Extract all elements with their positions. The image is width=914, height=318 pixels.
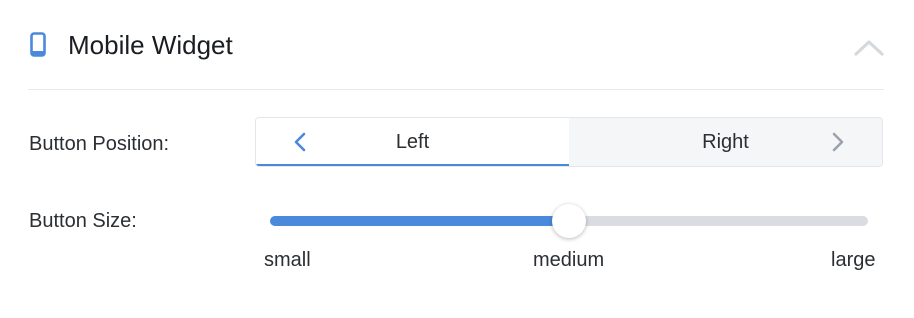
mobile-widget-panel: Mobile Widget Button Position: Left Righ… bbox=[0, 0, 914, 318]
slider-fill bbox=[270, 216, 569, 226]
position-option-right-label: Right bbox=[702, 131, 749, 153]
size-tick-small: small bbox=[264, 249, 311, 271]
position-option-left[interactable]: Left bbox=[256, 118, 569, 166]
button-position-toggle[interactable]: Left Right bbox=[255, 117, 883, 167]
position-option-right[interactable]: Right bbox=[569, 118, 882, 166]
size-tick-medium: medium bbox=[533, 249, 605, 271]
collapse-button[interactable] bbox=[854, 34, 884, 60]
chevron-up-icon bbox=[854, 40, 884, 56]
panel-header[interactable]: Mobile Widget bbox=[28, 0, 884, 90]
button-position-label: Button Position: bbox=[29, 133, 170, 155]
chevron-right-icon[interactable] bbox=[830, 132, 846, 152]
size-tick-large: large bbox=[831, 249, 876, 271]
slider-thumb[interactable] bbox=[552, 204, 586, 238]
chevron-left-icon[interactable] bbox=[292, 132, 308, 152]
button-size-slider[interactable] bbox=[270, 204, 868, 238]
panel-title: Mobile Widget bbox=[68, 30, 233, 60]
position-option-left-label: Left bbox=[395, 131, 430, 153]
mobile-phone-icon bbox=[30, 32, 46, 57]
button-size-label: Button Size: bbox=[29, 210, 137, 232]
